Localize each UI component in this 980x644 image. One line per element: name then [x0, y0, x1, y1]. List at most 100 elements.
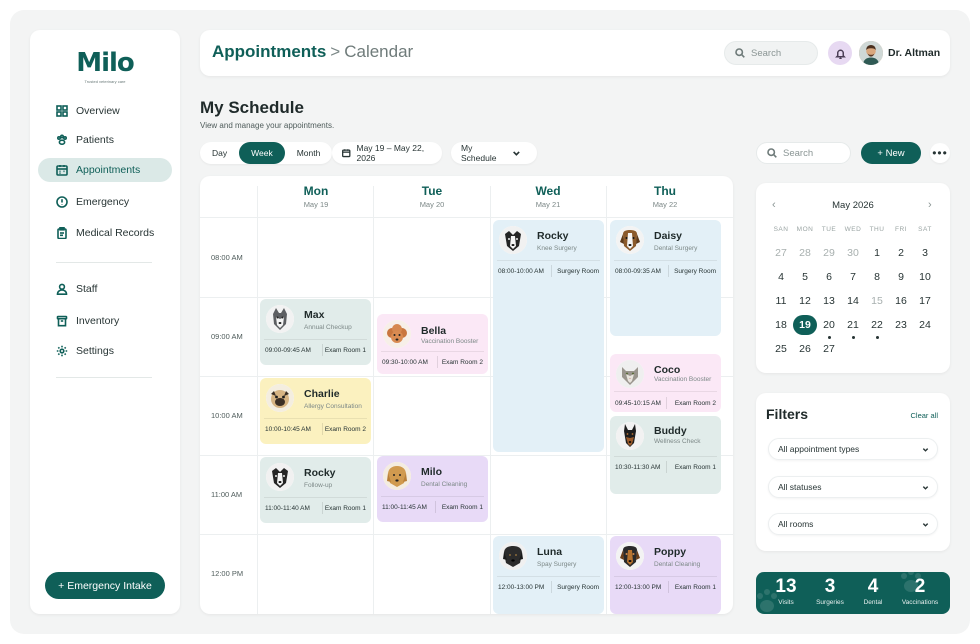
appointment-type: Dental Surgery	[654, 245, 698, 252]
calendar-day[interactable]: 22	[865, 315, 889, 335]
search-icon	[735, 48, 745, 58]
calendar-day[interactable]: 19	[793, 315, 817, 335]
header-search-input[interactable]: Search	[724, 41, 818, 65]
view-week-button[interactable]: Week	[239, 142, 285, 164]
sidebar-item-medical-records[interactable]: Medical Records	[38, 221, 172, 245]
emergency-intake-button[interactable]: + Emergency Intake	[45, 572, 165, 599]
sidebar-item-overview[interactable]: Overview	[38, 99, 172, 123]
view-month-button[interactable]: Month	[285, 142, 333, 164]
appointment-card[interactable]: Poppy Dental Cleaning 12:00-13:00 PM Exa…	[610, 536, 721, 614]
card-divider	[666, 461, 667, 473]
calendar-day[interactable]: 17	[913, 291, 937, 311]
select-value: All appointment types	[778, 444, 860, 454]
calendar-day[interactable]: 4	[769, 267, 793, 287]
chevron-down-icon	[922, 523, 929, 527]
grid-line	[373, 186, 374, 614]
pet-name: Milo	[421, 466, 442, 478]
calendar-day[interactable]: 9	[889, 267, 913, 287]
calendar-day[interactable]: 24	[913, 315, 937, 335]
appointment-card[interactable]: Buddy Wellness Check 10:30-11:30 AM Exam…	[610, 416, 721, 494]
event-dot	[851, 336, 855, 339]
card-divider	[264, 418, 367, 419]
appointment-room: Exam Room 1	[441, 504, 483, 511]
appointment-card[interactable]: Rocky Follow-up 11:00-11:40 AM Exam Room…	[260, 457, 371, 523]
calendar-day[interactable]: 2	[889, 243, 913, 263]
pet-name: Max	[304, 309, 325, 321]
calendar-day[interactable]: 30	[841, 243, 865, 263]
appointment-card[interactable]: Max Annual Checkup 09:00-09:45 AM Exam R…	[260, 299, 371, 365]
pet-name: Buddy	[654, 425, 687, 437]
appointment-room: Exam Room 2	[324, 426, 366, 433]
sidebar-item-patients[interactable]: Patients	[38, 128, 172, 152]
appointment-card[interactable]: Luna Spay Surgery 12:00-13:00 PM Surgery…	[493, 536, 604, 614]
search-icon	[767, 148, 777, 158]
calendar-day[interactable]: 21	[841, 315, 865, 335]
calendar-day[interactable]: 5	[793, 267, 817, 287]
day-header-thu[interactable]: Thu May 22	[607, 184, 723, 209]
calendar-day[interactable]: 11	[769, 291, 793, 311]
appointment-time: 08:00-10:00 AM	[498, 268, 544, 275]
calendar-day[interactable]: 25	[769, 339, 793, 359]
appointment-card[interactable]: Coco Vaccination Booster 09:45-10:15 AM …	[610, 354, 721, 412]
new-appointment-button[interactable]: + New	[861, 142, 921, 164]
calendar-day[interactable]: 15	[865, 291, 889, 311]
appointment-type-select[interactable]: All appointment types	[768, 438, 938, 460]
calendar-day[interactable]: 20	[817, 315, 841, 335]
day-header-tue[interactable]: Tue May 20	[374, 184, 490, 209]
status-select[interactable]: All statuses	[768, 476, 938, 498]
calendar-day[interactable]: 7	[841, 267, 865, 287]
appointment-card[interactable]: Charlie Allergy Consultation 10:00-10:45…	[260, 378, 371, 444]
sidebar-item-settings[interactable]: Settings	[38, 339, 172, 363]
more-options-button[interactable]: •••	[930, 143, 950, 163]
breadcrumb-appointments[interactable]: Appointments	[212, 42, 326, 61]
appointment-room: Exam Room 1	[324, 347, 366, 354]
sidebar-item-appointments[interactable]: Appointments	[38, 158, 172, 182]
calendar-day[interactable]: 27	[769, 243, 793, 263]
calendar-day[interactable]: 12	[793, 291, 817, 311]
day-header-wed[interactable]: Wed May 21	[490, 184, 606, 209]
search-placeholder: Search	[783, 147, 814, 159]
search-placeholder: Search	[751, 47, 782, 59]
sidebar-item-label: Emergency	[76, 196, 130, 208]
calendar-day[interactable]: 26	[793, 339, 817, 359]
user-name[interactable]: Dr. Altman	[888, 47, 940, 59]
appointment-card[interactable]: Daisy Dental Surgery 08:00-09:35 AM Surg…	[610, 220, 721, 336]
sidebar-item-staff[interactable]: Staff	[38, 277, 172, 301]
calendar-day[interactable]: 3	[913, 243, 937, 263]
next-month-button[interactable]: ›	[928, 199, 932, 211]
appointment-card[interactable]: Rocky Knee Surgery 08:00-10:00 AM Surger…	[493, 220, 604, 452]
logo[interactable]: Milo Trusted veterinary care	[30, 48, 180, 84]
notifications-button[interactable]	[828, 41, 852, 65]
pet-avatar	[266, 463, 294, 491]
date-range-picker[interactable]: May 19 – May 22, 2026	[332, 142, 442, 164]
calendar-day[interactable]: 14	[841, 291, 865, 311]
appointment-card[interactable]: Bella Vaccination Booster 09:30-10:00 AM…	[377, 314, 488, 374]
room-select[interactable]: All rooms	[768, 513, 938, 535]
user-avatar[interactable]	[859, 41, 883, 65]
appointment-room: Surgery Room	[557, 584, 599, 591]
weekday-label: FRI	[895, 226, 907, 233]
view-day-button[interactable]: Day	[200, 142, 239, 164]
day-header-mon[interactable]: Mon May 19	[258, 184, 374, 209]
calendar-day[interactable]: 28	[793, 243, 817, 263]
calendar-day[interactable]: 18	[769, 315, 793, 335]
calendar-day[interactable]: 29	[817, 243, 841, 263]
schedule-search-input[interactable]: Search	[756, 142, 851, 164]
calendar-day[interactable]: 6	[817, 267, 841, 287]
calendar-day[interactable]: 27	[817, 339, 841, 359]
sidebar-item-emergency[interactable]: Emergency	[38, 190, 172, 214]
appointment-type: Vaccination Booster	[654, 376, 712, 383]
calendar-day[interactable]: 1	[865, 243, 889, 263]
calendar-day[interactable]: 8	[865, 267, 889, 287]
calendar-day[interactable]: 23	[889, 315, 913, 335]
calendar-day[interactable]: 16	[889, 291, 913, 311]
card-divider	[668, 581, 669, 593]
calendar-day[interactable]: 13	[817, 291, 841, 311]
sidebar-item-inventory[interactable]: Inventory	[38, 309, 172, 333]
grid-line	[606, 186, 607, 614]
schedule-select[interactable]: My Schedule	[451, 142, 537, 164]
clear-all-button[interactable]: Clear all	[910, 411, 938, 420]
appointment-card[interactable]: Milo Dental Cleaning 11:00-11:45 AM Exam…	[377, 456, 488, 522]
calendar-day[interactable]: 10	[913, 267, 937, 287]
appointment-type: Follow-up	[304, 482, 333, 489]
